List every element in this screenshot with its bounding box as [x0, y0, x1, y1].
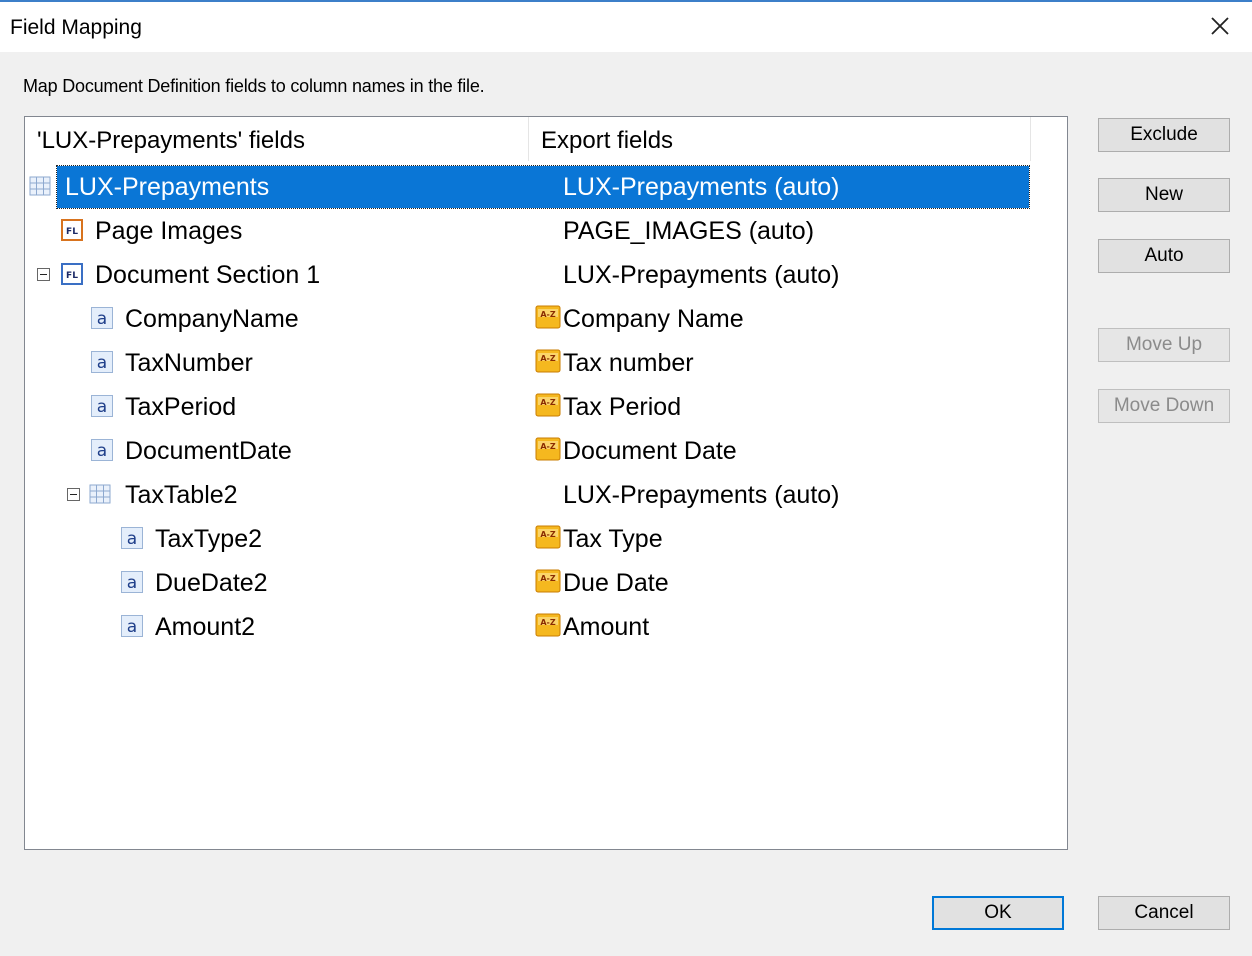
ok-button[interactable]: OK	[932, 896, 1064, 930]
fl-icon: FL	[61, 219, 83, 241]
new-button[interactable]: New	[1098, 178, 1230, 212]
text-field-icon: a	[121, 571, 143, 593]
svg-text:FL: FL	[66, 227, 78, 237]
title-bar: Field Mapping	[0, 2, 1252, 52]
svg-text:A-Z: A-Z	[540, 398, 556, 407]
field-name: Amount2	[155, 613, 256, 641]
fl-icon: FL	[61, 263, 83, 285]
text-field-icon: a	[91, 395, 113, 417]
field-name: CompanyName	[125, 305, 299, 333]
tree-row-taxnumber[interactable]: a TaxNumber A-Z Tax number	[25, 341, 1031, 385]
export-field[interactable]: Due Date	[563, 561, 669, 605]
exclude-button[interactable]: Exclude	[1098, 118, 1230, 152]
tree-row-taxperiod[interactable]: a TaxPeriod A-Z Tax Period	[25, 385, 1031, 429]
svg-text:A-Z: A-Z	[540, 442, 556, 451]
field-name: TaxPeriod	[125, 393, 237, 421]
auto-button[interactable]: Auto	[1098, 239, 1230, 273]
az-badge-icon: A-Z	[535, 437, 561, 461]
field-name: DocumentDate	[125, 437, 292, 465]
export-field[interactable]: Tax Type	[563, 517, 663, 561]
svg-text:a: a	[97, 397, 107, 417]
collapse-icon[interactable]	[37, 268, 50, 281]
svg-text:A-Z: A-Z	[540, 310, 556, 319]
export-field[interactable]: Company Name	[563, 297, 744, 341]
field-name: LUX-Prepayments	[65, 173, 270, 201]
move-up-button[interactable]: Move Up	[1098, 328, 1230, 362]
field-mapping-grid[interactable]: 'LUX-Prepayments' fields Export fields L…	[24, 116, 1068, 850]
tree-row-document-section-1[interactable]: FL Document Section 1 LUX-Prepayments (a…	[25, 253, 1031, 297]
svg-text:A-Z: A-Z	[540, 574, 556, 583]
export-field[interactable]: LUX-Prepayments (auto)	[563, 473, 840, 517]
tree-row-documentdate[interactable]: a DocumentDate A-Z Document Date	[25, 429, 1031, 473]
svg-text:a: a	[97, 309, 107, 329]
field-name: Page Images	[95, 217, 243, 245]
tree-row-amount2[interactable]: a Amount2 A-Z Amount	[25, 605, 1031, 649]
az-badge-icon: A-Z	[535, 569, 561, 593]
az-badge-icon: A-Z	[535, 305, 561, 329]
field-name: TaxNumber	[125, 349, 253, 377]
export-field[interactable]: LUX-Prepayments (auto)	[563, 165, 840, 209]
tree-row-duedate2[interactable]: a DueDate2 A-Z Due Date	[25, 561, 1031, 605]
tree-row-page-images[interactable]: FL Page Images PAGE_IMAGES (auto)	[25, 209, 1031, 253]
move-down-button[interactable]: Move Down	[1098, 389, 1230, 423]
svg-text:a: a	[127, 617, 137, 637]
svg-text:A-Z: A-Z	[540, 618, 556, 627]
table-icon	[89, 484, 111, 504]
cancel-button[interactable]: Cancel	[1098, 896, 1230, 930]
svg-text:a: a	[97, 441, 107, 461]
export-field[interactable]: LUX-Prepayments (auto)	[563, 253, 840, 297]
export-field[interactable]: Document Date	[563, 429, 737, 473]
column-header-fields[interactable]: 'LUX-Prepayments' fields	[25, 117, 529, 161]
text-field-icon: a	[91, 439, 113, 461]
export-field[interactable]: Tax number	[563, 341, 694, 385]
text-field-icon: a	[121, 527, 143, 549]
tree-row-companyname[interactable]: a CompanyName A-Z Company Name	[25, 297, 1031, 341]
az-badge-icon: A-Z	[535, 613, 561, 637]
tree-row-lux-prepayments[interactable]: LUX-Prepayments LUX-Prepayments (auto)	[25, 165, 1031, 209]
export-field[interactable]: Tax Period	[563, 385, 681, 429]
dialog-description: Map Document Definition fields to column…	[23, 76, 485, 96]
az-badge-icon: A-Z	[535, 349, 561, 373]
text-field-icon: a	[121, 615, 143, 637]
tree-row-taxtable2[interactable]: TaxTable2 LUX-Prepayments (auto)	[25, 473, 1031, 517]
export-field[interactable]: PAGE_IMAGES (auto)	[563, 209, 814, 253]
svg-text:a: a	[127, 573, 137, 593]
field-name: DueDate2	[155, 569, 268, 597]
az-badge-icon: A-Z	[535, 393, 561, 417]
tree-row-taxtype2[interactable]: a TaxType2 A-Z Tax Type	[25, 517, 1031, 561]
export-field[interactable]: Amount	[563, 605, 649, 649]
close-icon[interactable]	[1202, 8, 1238, 44]
text-field-icon: a	[91, 351, 113, 373]
field-name: TaxTable2	[125, 481, 238, 509]
svg-text:a: a	[127, 529, 137, 549]
field-name: TaxType2	[155, 525, 263, 553]
svg-text:A-Z: A-Z	[540, 354, 556, 363]
table-icon	[29, 176, 51, 196]
svg-text:A-Z: A-Z	[540, 530, 556, 539]
svg-text:FL: FL	[66, 271, 78, 281]
text-field-icon: a	[91, 307, 113, 329]
az-badge-icon: A-Z	[535, 525, 561, 549]
field-name: Document Section 1	[95, 261, 321, 289]
collapse-icon[interactable]	[67, 488, 80, 501]
window-title: Field Mapping	[10, 16, 142, 39]
svg-text:a: a	[97, 353, 107, 373]
column-header-export[interactable]: Export fields	[529, 117, 1031, 161]
